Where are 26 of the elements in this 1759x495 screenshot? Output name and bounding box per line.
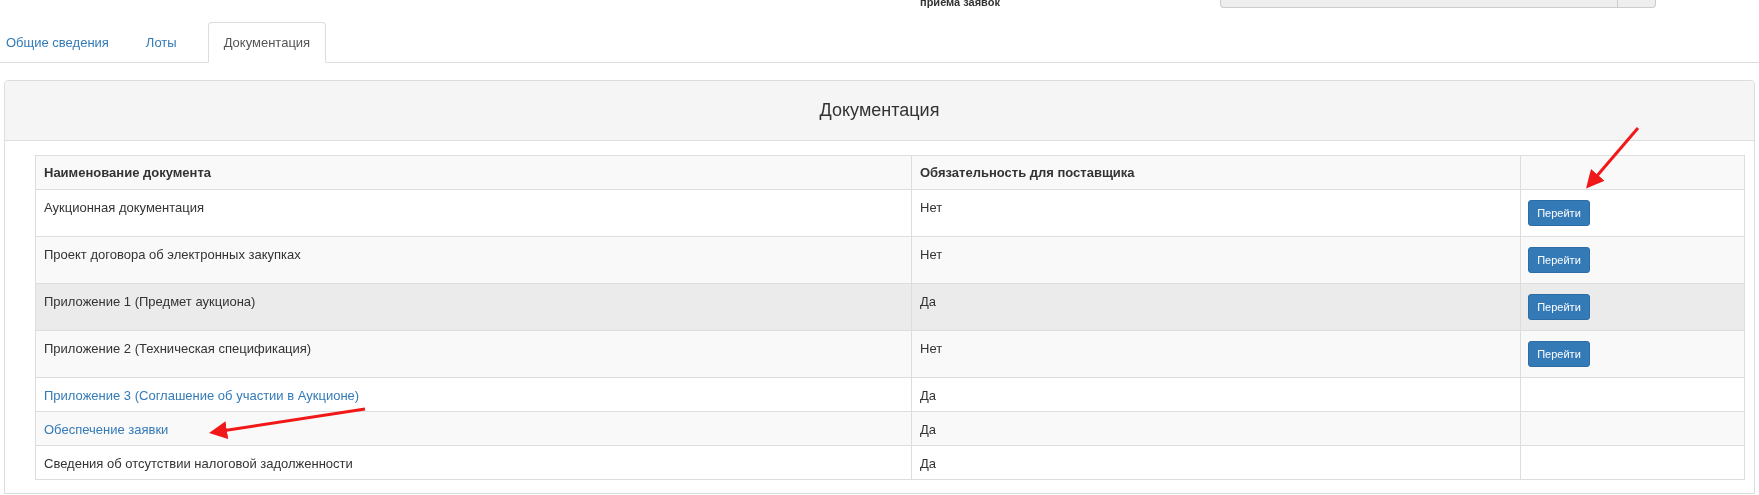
open-button[interactable]: Перейти: [1528, 247, 1590, 273]
tab[interactable]: Документация: [207, 22, 327, 63]
tab[interactable]: Общие сведения: [0, 22, 115, 63]
required-value: Да: [920, 422, 937, 437]
required-value: Да: [920, 294, 937, 309]
column-header: Обязательность для поставщика: [920, 164, 1135, 180]
required-value: Нет: [920, 341, 943, 356]
column-header: Наименование документа: [44, 164, 212, 180]
open-button[interactable]: Перейти: [1528, 294, 1590, 320]
document-link[interactable]: Приложение 3 (Соглашение об участии в Аукционе): [44, 388, 360, 403]
panel-title: Документация: [819, 99, 940, 122]
document-name: Сведения об отсутствии налоговой задолженности: [44, 456, 353, 471]
open-button[interactable]: Перейти: [1528, 341, 1590, 367]
tab[interactable]: Лоты: [139, 22, 183, 63]
required-value: Нет: [920, 200, 943, 215]
document-link[interactable]: Обеспечение заявки: [44, 422, 169, 437]
open-button[interactable]: Перейти: [1528, 200, 1590, 226]
document-name: Приложение 1 (Предмет аукциона): [44, 294, 256, 309]
required-value: Нет: [920, 247, 943, 262]
document-name: Приложение 2 (Техническая спецификация): [44, 341, 312, 356]
document-name: Аукционная документация: [44, 200, 205, 215]
field-label: приема заявок: [920, 0, 1001, 8]
required-value: Да: [920, 388, 937, 403]
required-value: Да: [920, 456, 937, 471]
text-field[interactable]: [1220, 0, 1656, 8]
document-name: Проект договора об электронных закупках: [44, 247, 301, 262]
